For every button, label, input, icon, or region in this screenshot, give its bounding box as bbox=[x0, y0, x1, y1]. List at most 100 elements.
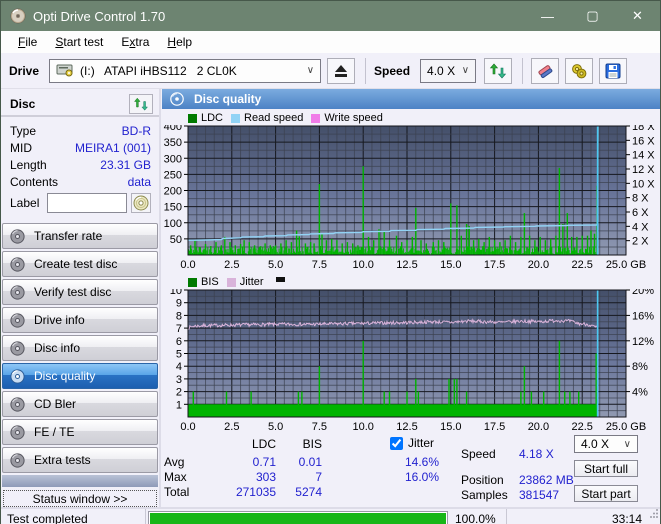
speed-value: 4.0 X bbox=[427, 63, 456, 78]
info-value: 23.31 GB bbox=[100, 157, 151, 172]
legend-entry: BIS bbox=[188, 276, 219, 288]
svg-text:250: 250 bbox=[164, 169, 182, 181]
legend-swatch bbox=[231, 113, 241, 123]
toolbar: Drive (I:) ATAPI iHBS112 2 CL0K ∨ Speed … bbox=[1, 53, 660, 89]
max-jitter: 16.0% bbox=[404, 470, 439, 484]
disc-icon bbox=[10, 368, 25, 384]
legend-entry: LDC bbox=[188, 112, 223, 124]
svg-text:2 X: 2 X bbox=[632, 236, 649, 248]
svg-text:10: 10 bbox=[170, 289, 182, 297]
svg-text:16 X: 16 X bbox=[632, 135, 655, 147]
drive-value: (I:) ATAPI iHBS112 2 CL0K bbox=[80, 63, 237, 78]
jitter-checkbox[interactable] bbox=[390, 436, 403, 450]
disc-panel-header: Disc bbox=[1, 93, 159, 117]
menu-start-test[interactable]: Start test bbox=[46, 32, 112, 52]
save-button[interactable] bbox=[599, 57, 628, 84]
svg-text:4%: 4% bbox=[632, 387, 648, 399]
sidebar-item-cd-bler[interactable]: CD Bler bbox=[2, 391, 158, 417]
avg-bis: 0.01 bbox=[298, 455, 322, 469]
svg-text:2.5: 2.5 bbox=[224, 421, 239, 433]
samples-value: 381547 bbox=[519, 488, 560, 502]
progress-bar bbox=[148, 511, 448, 524]
col-header-bis: BIS bbox=[302, 437, 322, 451]
close-button[interactable]: ✕ bbox=[615, 1, 660, 31]
sidebar-item-drive-info[interactable]: Drive info bbox=[2, 307, 158, 333]
page-title: Disc quality bbox=[194, 92, 262, 106]
minimize-button[interactable]: — bbox=[525, 1, 570, 31]
drive-label: Drive bbox=[9, 63, 40, 78]
svg-text:18 X: 18 X bbox=[632, 125, 655, 133]
jitter-label: Jitter bbox=[408, 436, 435, 450]
svg-text:15.0: 15.0 bbox=[440, 421, 461, 433]
erase-disc-button[interactable] bbox=[531, 57, 560, 84]
svg-text:20%: 20% bbox=[632, 289, 654, 297]
speed-select[interactable]: 4.0 X ∨ bbox=[420, 58, 477, 83]
speed-label: Speed bbox=[374, 63, 411, 78]
maximize-button[interactable]: ▢ bbox=[570, 1, 615, 31]
sidebar-item-transfer-rate[interactable]: Transfer rate bbox=[2, 223, 158, 249]
refresh-disc-button[interactable] bbox=[129, 94, 153, 114]
tools-button[interactable] bbox=[565, 57, 594, 84]
sidebar-item-disc-info[interactable]: Disc info bbox=[2, 335, 158, 361]
svg-text:12.5: 12.5 bbox=[396, 421, 417, 433]
menu-extra[interactable]: Extra bbox=[112, 32, 158, 52]
test-speed-select[interactable]: 4.0 X ∨ bbox=[574, 435, 638, 453]
sidebar-item-extra-tests[interactable]: Extra tests bbox=[2, 447, 158, 473]
sidebar-item-verify-test-disc[interactable]: Verify test disc bbox=[2, 279, 158, 305]
disc-icon bbox=[10, 284, 25, 300]
max-bis: 7 bbox=[315, 470, 322, 484]
results-panel: LDC BIS Jitter Avg 0.71 0.01 14.6% Max 3… bbox=[162, 435, 660, 503]
sidebar-item-create-test-disc[interactable]: Create test disc bbox=[2, 251, 158, 277]
svg-text:22.5: 22.5 bbox=[571, 259, 592, 271]
write-label-button[interactable] bbox=[131, 193, 151, 213]
svg-text:8%: 8% bbox=[632, 361, 648, 373]
sidebar-item-label: FE / TE bbox=[34, 425, 75, 439]
menu-file[interactable]: File bbox=[9, 32, 46, 52]
refresh-drives-button[interactable] bbox=[484, 57, 513, 84]
info-label: MID bbox=[10, 140, 32, 155]
sidebar-item-disc-quality[interactable]: Disc quality bbox=[2, 363, 158, 389]
disc-icon bbox=[10, 452, 25, 468]
total-bis: 5274 bbox=[295, 485, 322, 499]
label-row: Label bbox=[1, 190, 159, 219]
info-value[interactable]: data bbox=[128, 175, 151, 189]
legend-swatch bbox=[226, 277, 236, 287]
start-part-button[interactable]: Start part bbox=[574, 485, 638, 502]
info-row-length: Length 23.31 GB bbox=[10, 156, 151, 173]
sidebar-gradient-strip bbox=[2, 475, 158, 487]
svg-text:17.5: 17.5 bbox=[484, 421, 505, 433]
svg-text:150: 150 bbox=[164, 202, 182, 214]
eject-button[interactable] bbox=[327, 57, 356, 84]
sidebar-item-label: Extra tests bbox=[34, 453, 91, 467]
disc-quality-icon bbox=[170, 92, 184, 106]
sidebar-item-fe-te[interactable]: FE / TE bbox=[2, 419, 158, 445]
position-label: Position bbox=[461, 473, 504, 487]
svg-text:5.0: 5.0 bbox=[268, 421, 283, 433]
resize-grip[interactable] bbox=[649, 507, 659, 521]
jitter-toggle: Jitter bbox=[390, 436, 434, 450]
speed-result-label: Speed bbox=[461, 447, 496, 461]
svg-text:17.5: 17.5 bbox=[484, 259, 505, 271]
info-row-type: Type BD-R bbox=[10, 122, 151, 139]
label-input[interactable] bbox=[47, 193, 128, 213]
drive-select[interactable]: (I:) ATAPI iHBS112 2 CL0K ∨ bbox=[49, 58, 322, 83]
disc-icon bbox=[10, 340, 25, 356]
svg-text:12 X: 12 X bbox=[632, 164, 655, 176]
legend-entry: Read speed bbox=[231, 112, 303, 124]
avg-ldc: 0.71 bbox=[252, 455, 276, 469]
svg-text:25.0 GB: 25.0 GB bbox=[606, 259, 646, 271]
disc-icon bbox=[10, 396, 25, 412]
svg-text:0.0: 0.0 bbox=[180, 421, 195, 433]
svg-text:12%: 12% bbox=[632, 336, 654, 348]
svg-text:25.0 GB: 25.0 GB bbox=[606, 421, 646, 433]
info-label: Contents bbox=[10, 174, 59, 189]
start-full-button[interactable]: Start full bbox=[574, 460, 638, 477]
drive-icon bbox=[56, 61, 74, 80]
row-label-total: Total bbox=[164, 485, 190, 499]
status-window-button[interactable]: Status window >> bbox=[3, 490, 157, 507]
svg-text:12.5: 12.5 bbox=[396, 259, 417, 271]
chart-bis-jitter: 10 9 8 7 6 5 4 3 2 1 20% 16% 12% 8% 4% 0.0 2.5 5.0 7.5 10.0… bbox=[162, 285, 660, 435]
menu-help[interactable]: Help bbox=[158, 32, 201, 52]
sidebar-item-label: Create test disc bbox=[34, 257, 118, 271]
app-disc-icon bbox=[10, 8, 26, 24]
